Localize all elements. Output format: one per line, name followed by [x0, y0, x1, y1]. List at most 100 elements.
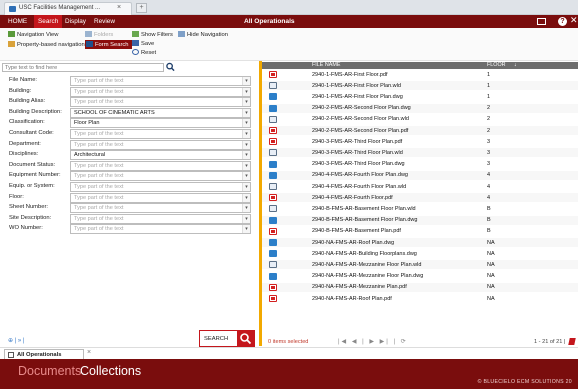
- field-input[interactable]: Type part of the text ▾: [70, 139, 251, 150]
- menu-home[interactable]: HOME: [4, 15, 31, 28]
- hide-navigation-icon: [178, 31, 185, 37]
- documents-link[interactable]: Documents: [18, 364, 81, 378]
- field-input[interactable]: Type part of the text ▾: [70, 86, 251, 97]
- save-button[interactable]: Save: [132, 40, 154, 47]
- pager-controls[interactable]: |◀ ◀ | ▶ ▶| | ⟳: [338, 338, 408, 345]
- chevron-down-icon[interactable]: ▾: [242, 193, 250, 202]
- wld-file-icon: [269, 183, 277, 190]
- chevron-down-icon[interactable]: ▾: [242, 183, 250, 191]
- table-row[interactable]: 2940-3-FMS-AR-Third Floor Plan.pdf 3: [262, 137, 578, 147]
- left-panel-status[interactable]: ⊕ | » |: [8, 337, 24, 344]
- field-input[interactable]: Type part of the text ▾: [70, 97, 251, 108]
- column-floor[interactable]: FLOOR: [487, 62, 506, 69]
- chevron-down-icon[interactable]: ▾: [242, 87, 250, 96]
- table-row[interactable]: 2940-2-FMS-AR-Second Floor Plan.pdf 2: [262, 126, 578, 135]
- file-name-cell: 2940-1-FMS-AR-First Floor.pdf: [312, 71, 388, 78]
- field-label: Department:: [9, 140, 41, 147]
- table-row[interactable]: 2940-3-FMS-AR-Third Floor Plan.wld 3: [262, 148, 578, 158]
- chevron-down-icon[interactable]: ▾: [242, 77, 250, 85]
- field-input[interactable]: Type part of the text ▾: [70, 224, 251, 235]
- table-row[interactable]: 2940-B-FMS-AR-Basement Floor Plan.wld B: [262, 204, 578, 214]
- chevron-down-icon[interactable]: ▾: [242, 119, 250, 128]
- panel-layout-icon[interactable]: [537, 18, 546, 25]
- field-value: Type part of the text: [74, 184, 124, 190]
- field-input[interactable]: Type part of the text ▾: [70, 192, 251, 203]
- field-input[interactable]: Architectural ▾: [70, 150, 251, 161]
- file-name-cell: 2940-NA-FMS-AR-Mezzanine Plan.pdf: [312, 284, 407, 291]
- table-row[interactable]: 2940-4-FMS-AR-Fourth Floor.pdf 4: [262, 193, 578, 203]
- search-icon[interactable]: [166, 62, 175, 72]
- table-row[interactable]: 2940-1-FMS-AR-First Floor.pdf 1: [262, 70, 578, 79]
- field-label: WO Number:: [9, 225, 43, 232]
- field-input[interactable]: Type part of the text ▾: [70, 171, 251, 182]
- table-row[interactable]: 2940-4-FMS-AR-Fourth Floor Plan.wld 4: [262, 182, 578, 191]
- menu-search[interactable]: Search: [34, 15, 63, 28]
- form-row: Building: Type part of the text ▾: [0, 86, 259, 97]
- chevron-down-icon[interactable]: ▾: [242, 225, 250, 234]
- find-text-input[interactable]: [2, 63, 164, 72]
- help-icon[interactable]: ?: [558, 17, 567, 26]
- chevron-down-icon[interactable]: ▾: [242, 172, 250, 181]
- chevron-down-icon[interactable]: ▾: [242, 140, 250, 149]
- app-title: All Operationals: [244, 18, 295, 25]
- field-input[interactable]: Type part of the text ▾: [70, 160, 251, 171]
- form-search-button[interactable]: Form Search: [85, 40, 132, 49]
- field-input[interactable]: Type part of the text ▾: [70, 76, 251, 86]
- chevron-down-icon[interactable]: ▾: [242, 151, 250, 160]
- table-row[interactable]: 2940-NA-FMS-AR-Building Floorplans.dwg NA: [262, 249, 578, 259]
- file-name-cell: 2940-2-FMS-AR-Second Floor Plan.dwg: [312, 105, 411, 112]
- close-tab-icon[interactable]: ×: [117, 4, 121, 11]
- table-row[interactable]: 2940-NA-FMS-AR-Roof Plan.pdf NA: [262, 294, 578, 303]
- show-filters-button[interactable]: Show Filters: [132, 31, 173, 38]
- floor-cell: 1: [487, 93, 491, 100]
- table-row[interactable]: 2940-B-FMS-AR-Basement Plan.pdf B: [262, 226, 578, 236]
- table-row[interactable]: 2940-NA-FMS-AR-Mezzanine Floor Plan.wld N…: [262, 260, 578, 270]
- navigation-view-button[interactable]: Navigation View: [8, 31, 58, 38]
- chevron-down-icon[interactable]: ▾: [242, 130, 250, 138]
- pin-icon[interactable]: [568, 338, 576, 345]
- table-row[interactable]: 2940-NA-FMS-AR-Mezzanine Floor Plan.dwg N…: [262, 271, 578, 281]
- search-button[interactable]: SEARCH: [199, 330, 255, 347]
- property-navigation-button[interactable]: Property-based navigation: [8, 41, 85, 48]
- new-tab-button[interactable]: +: [136, 3, 147, 13]
- file-name-cell: 2940-B-FMS-AR-Basement Floor Plan.dwg: [312, 217, 418, 224]
- chevron-down-icon[interactable]: ▾: [242, 214, 250, 223]
- chevron-down-icon[interactable]: ▾: [242, 161, 250, 170]
- table-row[interactable]: 2940-2-FMS-AR-Second Floor Plan.dwg 2: [262, 103, 578, 113]
- file-name-cell: 2940-B-FMS-AR-Basement Plan.pdf: [312, 228, 401, 235]
- form-row: Consultant Code: Type part of the text ▾: [0, 129, 259, 139]
- table-row[interactable]: 2940-1-FMS-AR-First Floor Plan.wld 1: [262, 81, 578, 91]
- hide-navigation-button[interactable]: Hide Navigation: [178, 31, 228, 38]
- field-input[interactable]: Type part of the text ▾: [70, 182, 251, 192]
- table-row[interactable]: 2940-NA-FMS-AR-Mezzanine Plan.pdf NA: [262, 282, 578, 292]
- column-file-name[interactable]: FILE NAME: [312, 62, 340, 69]
- collections-link[interactable]: Collections: [80, 364, 141, 378]
- chevron-down-icon[interactable]: ▾: [242, 204, 250, 213]
- field-label: Document Status:: [9, 161, 56, 168]
- table-row[interactable]: 2940-4-FMS-AR-Fourth Floor Plan.dwg 4: [262, 170, 578, 180]
- menu-display[interactable]: Display: [61, 15, 90, 28]
- table-row[interactable]: 2940-1-FMS-AR-First Floor Plan.dwg 1: [262, 92, 578, 102]
- table-row[interactable]: 2940-2-FMS-AR-Second Floor Plan.wld 2: [262, 114, 578, 124]
- field-value: Type part of the text: [74, 173, 124, 180]
- field-input[interactable]: Type part of the text ▾: [70, 203, 251, 214]
- field-input[interactable]: Type part of the text ▾: [70, 213, 251, 224]
- field-input[interactable]: Floor Plan ▾: [70, 118, 251, 129]
- menu-review[interactable]: Review: [90, 15, 119, 28]
- reset-button[interactable]: Reset: [132, 49, 156, 56]
- chevron-down-icon[interactable]: ▾: [242, 98, 250, 107]
- folders-button[interactable]: Folders: [85, 31, 113, 38]
- floor-cell: 4: [487, 194, 491, 201]
- close-icon[interactable]: ✕: [570, 15, 578, 26]
- floor-cell: 3: [487, 161, 491, 168]
- table-row[interactable]: 2940-NA-FMS-AR-Roof Plan.dwg NA: [262, 238, 578, 247]
- field-value: Type part of the text: [74, 205, 124, 212]
- field-input[interactable]: SCHOOL OF CINEMATIC ARTS ▾: [70, 107, 251, 118]
- browser-tab[interactable]: USC Facilities Management ... ×: [4, 2, 132, 15]
- field-input[interactable]: Type part of the text ▾: [70, 129, 251, 139]
- chevron-down-icon[interactable]: ▾: [242, 108, 250, 117]
- field-label: Floor:: [9, 193, 24, 200]
- table-row[interactable]: 2940-3-FMS-AR-Third Floor Plan.dwg 3: [262, 159, 578, 169]
- table-row[interactable]: 2940-B-FMS-AR-Basement Floor Plan.dwg B: [262, 215, 578, 225]
- close-tab-icon[interactable]: ×: [87, 349, 91, 356]
